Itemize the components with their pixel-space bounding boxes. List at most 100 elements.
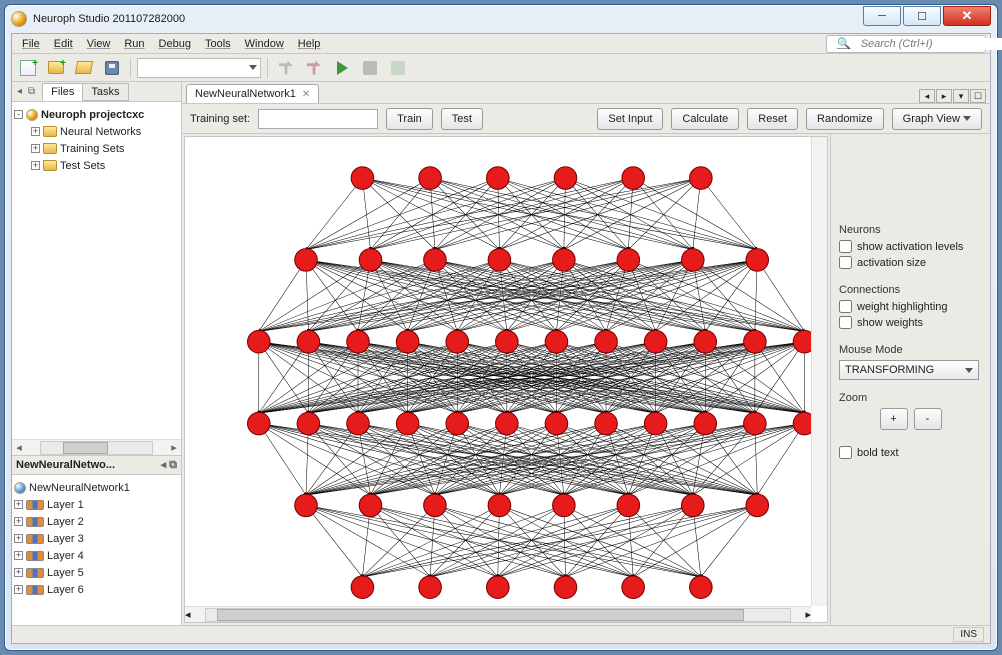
graph-view-button[interactable]: Graph View: [892, 108, 982, 130]
neuron-node[interactable]: [347, 330, 370, 353]
panel-restore-icon[interactable]: ⧉: [25, 86, 38, 97]
menu-tools[interactable]: Tools: [199, 36, 237, 52]
neuron-node[interactable]: [351, 167, 374, 190]
neuron-node[interactable]: [487, 576, 510, 599]
neuron-node[interactable]: [622, 167, 645, 190]
neuron-node[interactable]: [347, 412, 370, 435]
activation-size-checkbox[interactable]: activation size: [839, 256, 982, 269]
expand-toggle[interactable]: +: [14, 517, 23, 526]
neuron-node[interactable]: [744, 330, 767, 353]
neuron-node[interactable]: [682, 494, 705, 517]
neuron-node[interactable]: [690, 167, 713, 190]
mouse-mode-select[interactable]: TRANSFORMING: [839, 360, 979, 380]
neuron-node[interactable]: [622, 576, 645, 599]
search-input[interactable]: [861, 38, 1002, 50]
tab-scroll-left[interactable]: ◂: [919, 89, 935, 103]
training-set-input[interactable]: [258, 109, 378, 129]
menu-help[interactable]: Help: [292, 36, 327, 52]
expand-toggle[interactable]: +: [31, 127, 40, 136]
expand-toggle[interactable]: -: [14, 110, 23, 119]
run-button[interactable]: [330, 57, 354, 79]
neuron-node[interactable]: [744, 412, 767, 435]
minimize-button[interactable]: ─: [863, 6, 901, 26]
panel-collapse-icon[interactable]: ◂: [14, 86, 25, 97]
tab-dropdown[interactable]: ▾: [953, 89, 969, 103]
expand-toggle[interactable]: +: [14, 585, 23, 594]
neuron-node[interactable]: [694, 330, 717, 353]
expand-toggle[interactable]: +: [31, 144, 40, 153]
close-button[interactable]: ✕: [943, 6, 991, 26]
neuron-node[interactable]: [644, 412, 667, 435]
clean-build-button[interactable]: [302, 57, 326, 79]
canvas-vscrollbar[interactable]: [811, 137, 827, 606]
tab-scroll-right[interactable]: ▸: [936, 89, 952, 103]
build-button[interactable]: [274, 57, 298, 79]
neuron-node[interactable]: [297, 330, 320, 353]
neuron-node[interactable]: [617, 494, 640, 517]
test-button[interactable]: Test: [441, 108, 483, 130]
tree-node-training-sets[interactable]: + Training Sets: [14, 140, 179, 157]
neuron-node[interactable]: [248, 330, 271, 353]
expand-toggle[interactable]: +: [31, 161, 40, 170]
panel-menu-icon[interactable]: ◂ ⧉: [161, 458, 177, 472]
tree-root[interactable]: - Neuroph projectcxc: [14, 106, 179, 123]
nav-layer[interactable]: +Layer 3: [14, 530, 179, 547]
neuron-node[interactable]: [545, 330, 568, 353]
tab-files[interactable]: Files: [42, 83, 83, 101]
menu-file[interactable]: File: [16, 36, 46, 52]
expand-toggle[interactable]: +: [14, 551, 23, 560]
neuron-node[interactable]: [553, 249, 576, 272]
neuron-node[interactable]: [488, 494, 511, 517]
neuron-node[interactable]: [746, 249, 769, 272]
nav-layer[interactable]: +Layer 4: [14, 547, 179, 564]
neuron-node[interactable]: [396, 330, 419, 353]
zoom-in-button[interactable]: +: [880, 408, 908, 430]
neuron-node[interactable]: [617, 249, 640, 272]
maximize-button[interactable]: ☐: [903, 6, 941, 26]
neuron-node[interactable]: [554, 576, 577, 599]
neuron-node[interactable]: [496, 330, 519, 353]
new-project-button[interactable]: [44, 57, 68, 79]
projects-tree[interactable]: - Neuroph projectcxc + Neural Networks +…: [12, 102, 181, 439]
neuron-node[interactable]: [746, 494, 769, 517]
show-activation-checkbox[interactable]: show activation levels: [839, 240, 982, 253]
debug-button[interactable]: [358, 57, 382, 79]
nav-layer[interactable]: +Layer 2: [14, 513, 179, 530]
neuron-node[interactable]: [644, 330, 667, 353]
search-box[interactable]: 🔍: [826, 35, 986, 53]
navigator-tree[interactable]: NewNeuralNetwork1 +Layer 1+Layer 2+Layer…: [12, 475, 181, 625]
neuron-node[interactable]: [248, 412, 271, 435]
weight-highlighting-checkbox[interactable]: weight highlighting: [839, 300, 982, 313]
neuron-node[interactable]: [682, 249, 705, 272]
neuron-node[interactable]: [359, 249, 382, 272]
profile-button[interactable]: [386, 57, 410, 79]
network-graph[interactable]: [185, 137, 827, 618]
menu-window[interactable]: Window: [239, 36, 290, 52]
network-canvas[interactable]: ◂▸: [184, 136, 828, 623]
set-input-button[interactable]: Set Input: [597, 108, 663, 130]
expand-toggle[interactable]: +: [14, 568, 23, 577]
neuron-node[interactable]: [553, 494, 576, 517]
bold-text-checkbox[interactable]: bold text: [839, 446, 982, 459]
navigator-header[interactable]: NewNeuralNetwo... ◂ ⧉: [12, 455, 181, 475]
neuron-node[interactable]: [595, 412, 618, 435]
menu-debug[interactable]: Debug: [153, 36, 197, 52]
nav-network[interactable]: NewNeuralNetwork1: [14, 479, 179, 496]
open-button[interactable]: [72, 57, 96, 79]
neuron-node[interactable]: [496, 412, 519, 435]
neuron-node[interactable]: [419, 576, 442, 599]
nav-layer[interactable]: +Layer 6: [14, 581, 179, 598]
neuron-node[interactable]: [545, 412, 568, 435]
menu-view[interactable]: View: [81, 36, 117, 52]
tree-node-test-sets[interactable]: + Test Sets: [14, 157, 179, 174]
neuron-node[interactable]: [488, 249, 511, 272]
save-all-button[interactable]: [100, 57, 124, 79]
neuron-node[interactable]: [446, 412, 469, 435]
neuron-node[interactable]: [396, 412, 419, 435]
config-combo[interactable]: [137, 58, 261, 78]
projects-hscrollbar[interactable]: ◂▸: [12, 439, 181, 455]
train-button[interactable]: Train: [386, 108, 433, 130]
neuron-node[interactable]: [554, 167, 577, 190]
neuron-node[interactable]: [487, 167, 510, 190]
reset-button[interactable]: Reset: [747, 108, 798, 130]
